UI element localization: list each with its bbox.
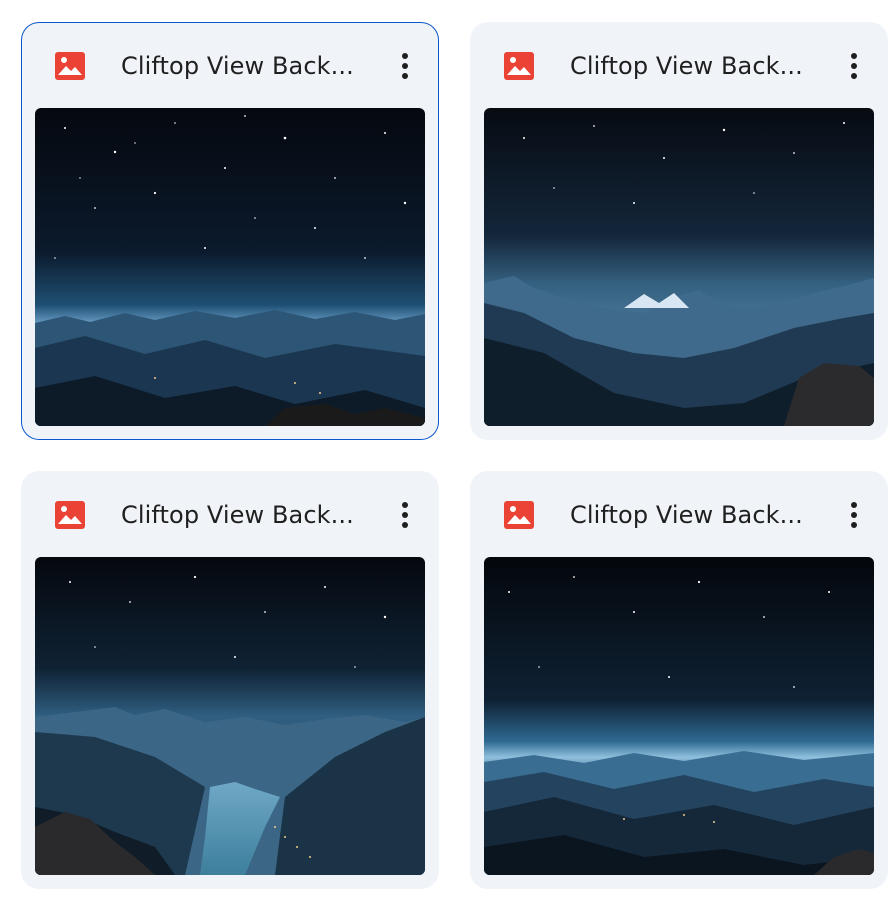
file-card-header: Cliftop View Back... xyxy=(21,471,439,557)
image-icon xyxy=(503,499,535,531)
file-title[interactable]: Cliftop View Back... xyxy=(570,48,820,84)
image-icon xyxy=(54,50,86,82)
file-title[interactable]: Cliftop View Back... xyxy=(121,497,371,533)
file-card[interactable]: Cliftop View Back... xyxy=(21,471,439,889)
file-card-header: Cliftop View Back... xyxy=(470,471,888,557)
file-card[interactable]: Cliftop View Back... xyxy=(470,471,888,889)
image-icon xyxy=(503,50,535,82)
file-thumbnail[interactable] xyxy=(35,557,425,875)
file-title[interactable]: Cliftop View Back... xyxy=(121,48,371,84)
file-title[interactable]: Cliftop View Back... xyxy=(570,497,820,533)
file-grid: Cliftop View Back... Cliftop View Back..… xyxy=(0,0,892,900)
file-card[interactable]: Cliftop View Back... xyxy=(470,22,888,440)
image-icon xyxy=(54,499,86,531)
file-thumbnail[interactable] xyxy=(484,108,874,426)
more-vert-icon[interactable] xyxy=(834,46,874,86)
file-card-header: Cliftop View Back... xyxy=(470,22,888,108)
file-thumbnail[interactable] xyxy=(35,108,425,426)
file-card-header: Cliftop View Back... xyxy=(21,22,439,108)
more-vert-icon[interactable] xyxy=(385,495,425,535)
more-vert-icon[interactable] xyxy=(385,46,425,86)
more-vert-icon[interactable] xyxy=(834,495,874,535)
file-thumbnail[interactable] xyxy=(484,557,874,875)
file-card[interactable]: Cliftop View Back... xyxy=(21,22,439,440)
